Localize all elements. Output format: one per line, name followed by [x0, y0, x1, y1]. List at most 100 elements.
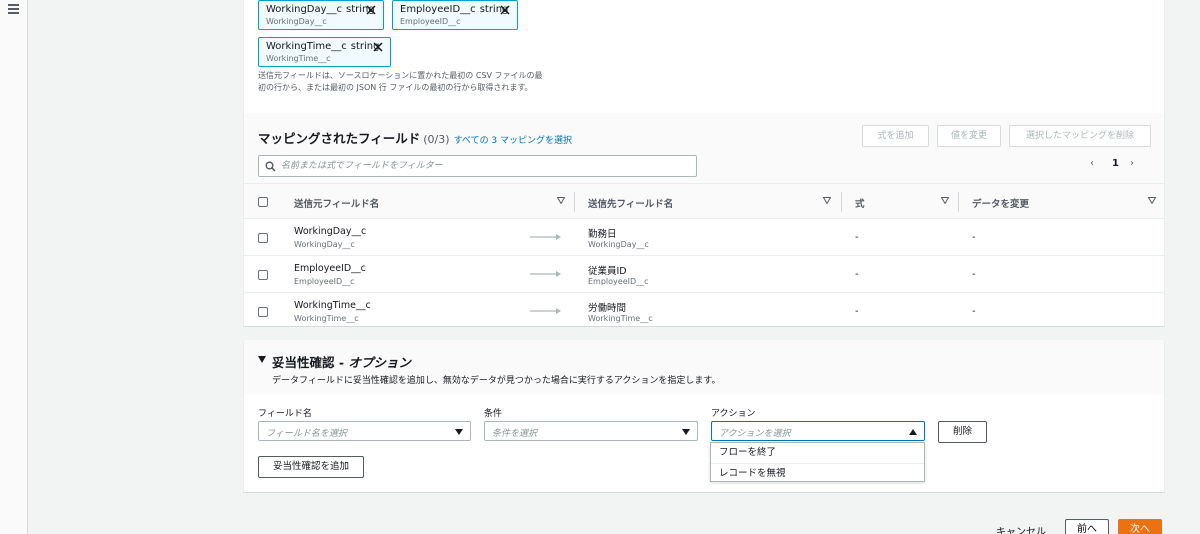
delete-validation-button[interactable]: 削除: [938, 421, 987, 443]
token-name: EmployeeID__c: [400, 4, 476, 15]
field-name-select[interactable]: フィールド名を選択: [258, 421, 471, 441]
arrow-right-icon: [530, 234, 561, 240]
optional-label: オプション: [348, 355, 411, 370]
mapped-fields-title: マッピングされたフィールド (0/3) すべての 3 マッピングを選択: [258, 128, 572, 147]
source-field-api-name: WorkingTime__c: [294, 314, 359, 323]
token-name: WorkingTime__c: [266, 41, 347, 52]
sort-icon[interactable]: [823, 197, 831, 204]
source-field-name: WorkingTime__c: [294, 300, 371, 311]
next-button[interactable]: 次へ: [1118, 519, 1162, 534]
close-icon[interactable]: [365, 4, 377, 16]
select-placeholder: アクションを選択: [719, 429, 791, 439]
source-field-token: EmployeeID__c string EmployeeID__c: [392, 0, 518, 30]
select-all-mappings-link[interactable]: すべての 3 マッピングを選択: [454, 136, 572, 146]
condition-label: 条件: [484, 409, 503, 419]
validation-description: データフィールドに妥当性確認を追加し、無効なデータが見つかった場合に実行するアク…: [272, 376, 721, 386]
filter-input[interactable]: [281, 159, 681, 173]
row-checkbox[interactable]: [258, 270, 268, 280]
close-icon[interactable]: [372, 41, 384, 53]
destination-field-name: 従業員ID: [588, 266, 627, 277]
side-navigation: [0, 0, 28, 534]
source-field-name: WorkingDay__c: [294, 226, 367, 237]
pagination: ‹ 1 ›: [1090, 158, 1150, 174]
table-header: 送信元フィールド名 送信先フィールド名 式 データを変更: [244, 183, 1164, 219]
modify-data-value: -: [972, 269, 976, 280]
source-field-api-name: WorkingDay__c: [294, 240, 355, 249]
previous-button[interactable]: 前へ: [1065, 519, 1109, 534]
table-row[interactable]: EmployeeID__c EmployeeID__c 従業員ID Employ…: [244, 256, 1164, 293]
formula-value: -: [855, 269, 859, 280]
option-ignore-record[interactable]: レコードを無視: [711, 463, 924, 483]
page-number[interactable]: 1: [1112, 158, 1119, 169]
token-subtitle: EmployeeID__c: [400, 17, 461, 26]
arrow-right-icon: [530, 308, 561, 314]
sort-icon[interactable]: [1148, 197, 1156, 204]
validation-header[interactable]: 妥当性確認 - オプション データフィールドに妥当性確認を追加し、無効なデータが…: [244, 340, 1164, 394]
prev-page-icon[interactable]: ‹: [1090, 158, 1094, 169]
cancel-button[interactable]: キャンセル: [996, 523, 1046, 534]
chevron-up-icon: [909, 429, 917, 435]
search-icon: [265, 161, 276, 172]
formula-value: -: [855, 232, 859, 243]
delete-selected-mappings-button[interactable]: 選択したマッピングを削除: [1009, 125, 1151, 147]
filter-box: [258, 155, 697, 177]
source-field-api-name: EmployeeID__c: [294, 277, 355, 286]
column-divider[interactable]: [958, 192, 959, 212]
title-text: マッピングされたフィールド: [258, 131, 421, 146]
column-header-modify-data: データを変更: [972, 199, 1030, 210]
close-icon[interactable]: [499, 4, 511, 16]
mapped-fields-panel: マッピングされたフィールド (0/3) すべての 3 マッピングを選択 式を追加 値…: [243, 113, 1165, 327]
field-name-label: フィールド名: [258, 409, 312, 419]
modify-data-value: -: [972, 232, 976, 243]
source-help-text: 送信元フィールドは、ソースロケーションに置かれた最初の CSV ファイルの最 初…: [258, 70, 558, 94]
destination-field-api-name: WorkingDay__c: [588, 240, 649, 249]
column-divider[interactable]: [574, 192, 575, 212]
destination-field-name: 労働時間: [588, 303, 627, 314]
condition-select[interactable]: 条件を選択: [484, 421, 698, 441]
help-line: 送信元フィールドは、ソースロケーションに置かれた最初の CSV ファイルの最: [258, 71, 543, 80]
menu-icon[interactable]: [8, 4, 19, 14]
table-row[interactable]: WorkingTime__c WorkingTime__c 労働時間 Worki…: [244, 293, 1164, 330]
modify-values-button[interactable]: 値を変更: [937, 125, 1001, 147]
next-page-icon[interactable]: ›: [1130, 158, 1134, 169]
select-placeholder: 条件を選択: [492, 429, 538, 439]
add-formula-button[interactable]: 式を追加: [862, 125, 929, 147]
select-all-checkbox[interactable]: [258, 197, 268, 207]
validation-panel: 妥当性確認 - オプション データフィールドに妥当性確認を追加し、無効なデータが…: [243, 340, 1165, 493]
select-placeholder: フィールド名を選択: [266, 429, 347, 439]
row-checkbox[interactable]: [258, 233, 268, 243]
source-fields-panel: WorkingDay__c string WorkingDay__c Employ…: [243, 0, 1165, 113]
chevron-down-icon: [455, 429, 463, 435]
sort-icon[interactable]: [557, 197, 565, 204]
action-dropdown-menu: フローを終了 レコードを無視: [710, 442, 925, 482]
column-header-destination: 送信先フィールド名: [588, 199, 674, 210]
help-line: 初の行から、または最初の JSON 行 ファイルの最初の行から取得されます。: [258, 83, 533, 92]
destination-field-api-name: WorkingTime__c: [588, 314, 653, 323]
table-row[interactable]: WorkingDay__c WorkingDay__c 勤務日 WorkingD…: [244, 219, 1164, 256]
title-text: 妥当性確認 -: [272, 355, 349, 370]
token-subtitle: WorkingTime__c: [266, 54, 331, 63]
modify-data-value: -: [972, 306, 976, 317]
sort-icon[interactable]: [941, 197, 949, 204]
option-end-flow[interactable]: フローを終了: [711, 443, 924, 463]
add-validation-button[interactable]: 妥当性確認を追加: [258, 456, 364, 478]
mapped-fields-header: マッピングされたフィールド (0/3) すべての 3 マッピングを選択 式を追加 値…: [244, 113, 1164, 183]
column-header-source: 送信元フィールド名: [294, 199, 380, 210]
formula-value: -: [855, 306, 859, 317]
source-field-token: WorkingTime__c string WorkingTime__c: [258, 37, 391, 67]
column-divider[interactable]: [841, 192, 842, 212]
destination-field-name: 勤務日: [588, 229, 617, 240]
mapping-count: (0/3): [423, 133, 450, 146]
destination-field-api-name: EmployeeID__c: [588, 277, 649, 286]
source-field-name: EmployeeID__c: [294, 263, 366, 274]
action-label: アクション: [711, 409, 756, 419]
action-select[interactable]: アクションを選択: [711, 421, 925, 441]
row-checkbox[interactable]: [258, 307, 268, 317]
source-field-token: WorkingDay__c string WorkingDay__c: [258, 0, 384, 30]
caret-down-icon[interactable]: [258, 356, 266, 363]
chevron-down-icon: [682, 429, 690, 435]
column-header-formula: 式: [855, 199, 865, 210]
token-subtitle: WorkingDay__c: [266, 17, 327, 26]
arrow-right-icon: [530, 271, 561, 277]
validation-title: 妥当性確認 - オプション: [272, 352, 411, 371]
